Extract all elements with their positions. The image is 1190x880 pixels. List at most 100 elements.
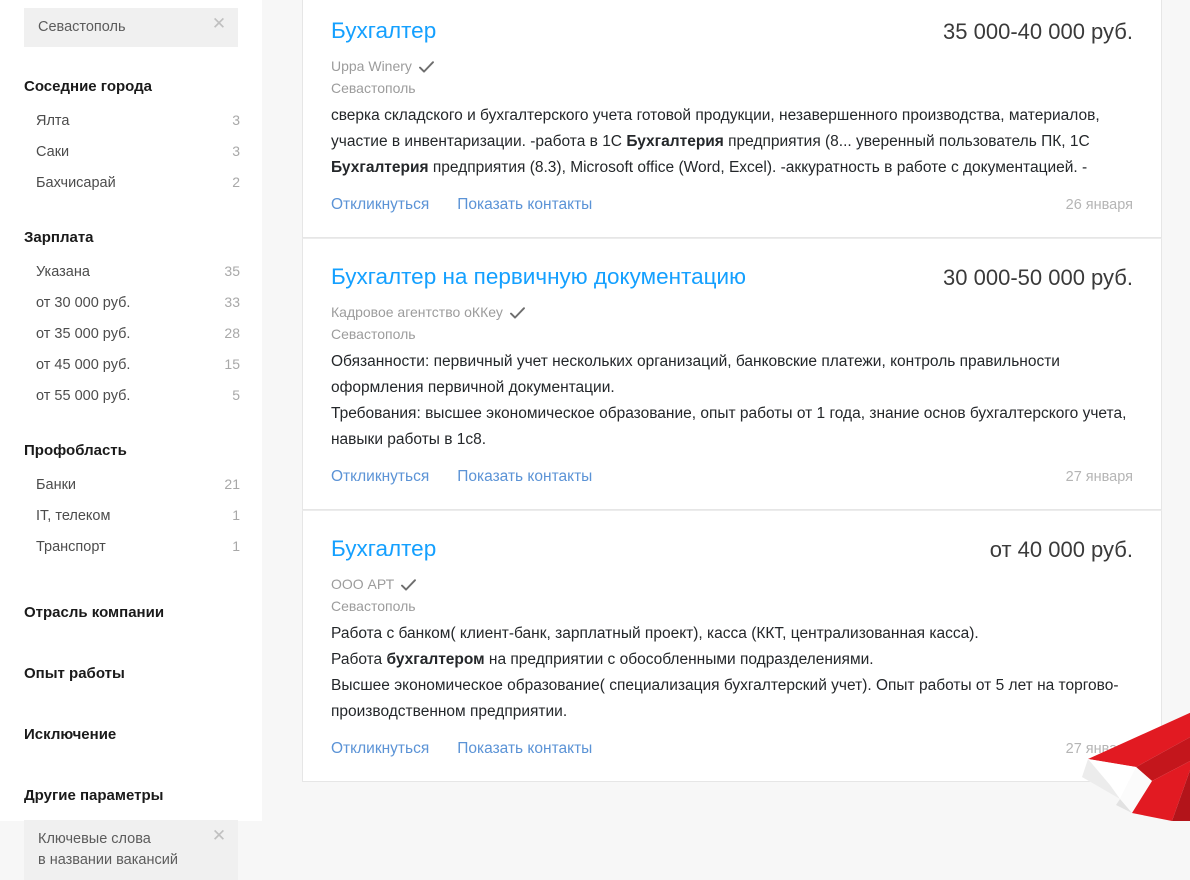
filter-option-count: 1	[232, 507, 240, 523]
vacancy-actions: Откликнуться Показать контакты	[331, 195, 592, 215]
vacancy-card-footer: Откликнуться Показать контакты 26 января	[331, 195, 1133, 215]
vacancy-company: Кадровое агентство оККеу	[331, 303, 1133, 322]
vacancy-company-name[interactable]: Кадровое агентство оККеу	[331, 303, 503, 322]
vacancy-salary: 30 000-50 000 руб.	[943, 265, 1133, 290]
filter-option-salary-specified[interactable]: Указана 35	[0, 256, 262, 287]
vacancy-card-header: Бухгалтер на первичную документацию 30 0…	[331, 263, 1133, 291]
vacancy-results-list: Бухгалтер 35 000-40 000 руб. Uppa Winery…	[302, 0, 1162, 782]
vacancy-title-link[interactable]: Бухгалтер	[331, 17, 456, 44]
vacancy-card-footer: Откликнуться Показать контакты 27 января	[331, 739, 1133, 759]
filter-option-label: Транспорт	[36, 539, 106, 555]
search-results-page: Севастополь ✕ Соседние города Ялта 3 Сак…	[0, 0, 1190, 880]
location-filter-chip[interactable]: Севастополь ✕	[24, 8, 238, 47]
filter-option-label: Бахчисарай	[36, 175, 116, 191]
filter-option-saki[interactable]: Саки 3	[0, 136, 262, 167]
vacancy-card: Бухгалтер на первичную документацию 30 0…	[302, 238, 1162, 510]
filter-section-other-params[interactable]: Другие параметры	[0, 786, 262, 806]
filter-option-count: 3	[232, 143, 240, 159]
filter-section-experience[interactable]: Опыт работы	[0, 664, 262, 684]
collapsed-filter-sections: Отрасль компании Опыт работы Исключение …	[0, 603, 262, 806]
filters-sidebar: Севастополь ✕ Соседние города Ялта 3 Сак…	[0, 0, 262, 880]
filter-option-count: 28	[224, 325, 240, 341]
apply-link[interactable]: Откликнуться	[331, 739, 429, 759]
filter-option-label: Саки	[36, 144, 70, 160]
filter-option-list: Банки 21 IT, телеком 1 Транспорт 1	[0, 469, 262, 562]
vacancy-card-header: Бухгалтер от 40 000 руб.	[331, 535, 1133, 563]
vacancy-actions: Откликнуться Показать контакты	[331, 739, 592, 759]
keyword-filter-label-line1: Ключевые слова	[38, 831, 151, 847]
filter-option-list: Указана 35 от 30 000 руб. 33 от 35 000 р…	[0, 256, 262, 411]
filter-section-title: Профобласть	[24, 442, 127, 459]
vacancy-region: Севастополь	[331, 80, 416, 96]
filter-option-count: 15	[224, 356, 240, 372]
show-contacts-link[interactable]: Показать контакты	[457, 467, 592, 487]
vacancy-date: 27 января	[1065, 741, 1133, 757]
filter-option-count: 21	[224, 476, 240, 492]
vacancy-date: 26 января	[1065, 197, 1133, 213]
close-icon[interactable]: ✕	[211, 15, 227, 32]
filter-option-label: Указана	[36, 264, 90, 280]
vacancy-region: Севастополь	[331, 326, 416, 342]
vacancy-date: 27 января	[1065, 469, 1133, 485]
vacancy-title-link[interactable]: Бухгалтер	[331, 535, 456, 562]
vacancy-salary: 35 000-40 000 руб.	[943, 19, 1133, 44]
filter-section-profession: Профобласть Банки 21 IT, телеком 1 Транс…	[0, 441, 262, 562]
filter-option-count: 35	[224, 263, 240, 279]
vacancy-salary: от 40 000 руб.	[989, 537, 1133, 562]
show-contacts-link[interactable]: Показать контакты	[457, 739, 592, 759]
filter-option-label: Банки	[36, 477, 77, 493]
filter-option-count: 1	[232, 538, 240, 554]
filter-option-list: Ялта 3 Саки 3 Бахчисарай 2	[0, 105, 262, 198]
vacancy-company: ООО АРТ	[331, 575, 1133, 594]
vacancy-actions: Откликнуться Показать контакты	[331, 467, 592, 487]
filter-option-it-telecom[interactable]: IT, телеком 1	[0, 500, 262, 531]
filter-option-count: 5	[232, 387, 240, 403]
filter-option-transport[interactable]: Транспорт 1	[0, 531, 262, 562]
filter-option-label: от 35 000 руб.	[36, 326, 131, 342]
filter-section-nearby-cities: Соседние города Ялта 3 Саки 3 Бахчисарай…	[0, 77, 262, 198]
filter-option-count: 2	[232, 174, 240, 190]
filter-option-label: от 45 000 руб.	[36, 357, 131, 373]
filter-option-yalta[interactable]: Ялта 3	[0, 105, 262, 136]
apply-link[interactable]: Откликнуться	[331, 467, 429, 487]
filter-option-salary-from-45000[interactable]: от 45 000 руб. 15	[0, 349, 262, 380]
vacancy-card: Бухгалтер 35 000-40 000 руб. Uppa Winery…	[302, 0, 1162, 238]
filter-section-title: Соседние города	[24, 78, 152, 95]
vacancy-company-name[interactable]: Uppa Winery	[331, 57, 412, 76]
filter-option-label: от 55 000 руб.	[36, 388, 131, 404]
filter-option-salary-from-30000[interactable]: от 30 000 руб. 33	[0, 287, 262, 318]
apply-link[interactable]: Откликнуться	[331, 195, 429, 215]
filter-option-banks[interactable]: Банки 21	[0, 469, 262, 500]
keyword-filter-chip[interactable]: Ключевые слова в названии вакансий ✕	[24, 820, 238, 880]
filter-option-label: от 30 000 руб.	[36, 295, 131, 311]
filter-option-bakhchisaray[interactable]: Бахчисарай 2	[0, 167, 262, 198]
vacancy-description: Работа с банком( клиент-банк, зарплатный…	[331, 625, 1119, 720]
verified-checkmark-icon	[509, 307, 525, 320]
verified-checkmark-icon	[418, 61, 434, 74]
keyword-filter-label-line2: в названии вакансий	[38, 852, 178, 868]
location-filter-label: Севастополь	[38, 19, 126, 35]
vacancy-description: сверка складского и бухгалтерского учета…	[331, 107, 1100, 176]
vacancy-company-name[interactable]: ООО АРТ	[331, 575, 394, 594]
filter-section-exclusion[interactable]: Исключение	[0, 725, 262, 745]
filter-option-salary-from-55000[interactable]: от 55 000 руб. 5	[0, 380, 262, 411]
filter-section-salary: Зарплата Указана 35 от 30 000 руб. 33 от…	[0, 228, 262, 411]
filter-option-label: Ялта	[36, 113, 70, 129]
filter-sections: Соседние города Ялта 3 Саки 3 Бахчисарай…	[0, 77, 262, 562]
filter-option-count: 3	[232, 112, 240, 128]
vacancy-company: Uppa Winery	[331, 57, 1133, 76]
filter-option-count: 33	[224, 294, 240, 310]
filter-option-label: IT, телеком	[36, 508, 111, 524]
vacancy-region: Севастополь	[331, 598, 416, 614]
filter-section-company-industry[interactable]: Отрасль компании	[0, 603, 262, 623]
close-icon[interactable]: ✕	[211, 827, 227, 844]
vacancy-description: Обязанности: первичный учет нескольких о…	[331, 353, 1127, 448]
vacancy-card: Бухгалтер от 40 000 руб. ООО АРТ Севасто…	[302, 510, 1162, 782]
vacancy-title-link[interactable]: Бухгалтер на первичную документацию	[331, 263, 766, 290]
show-contacts-link[interactable]: Показать контакты	[457, 195, 592, 215]
filter-option-salary-from-35000[interactable]: от 35 000 руб. 28	[0, 318, 262, 349]
filter-section-title: Зарплата	[24, 229, 94, 246]
vacancy-card-header: Бухгалтер 35 000-40 000 руб.	[331, 17, 1133, 45]
vacancy-card-footer: Откликнуться Показать контакты 27 января	[331, 467, 1133, 487]
verified-checkmark-icon	[401, 579, 417, 592]
